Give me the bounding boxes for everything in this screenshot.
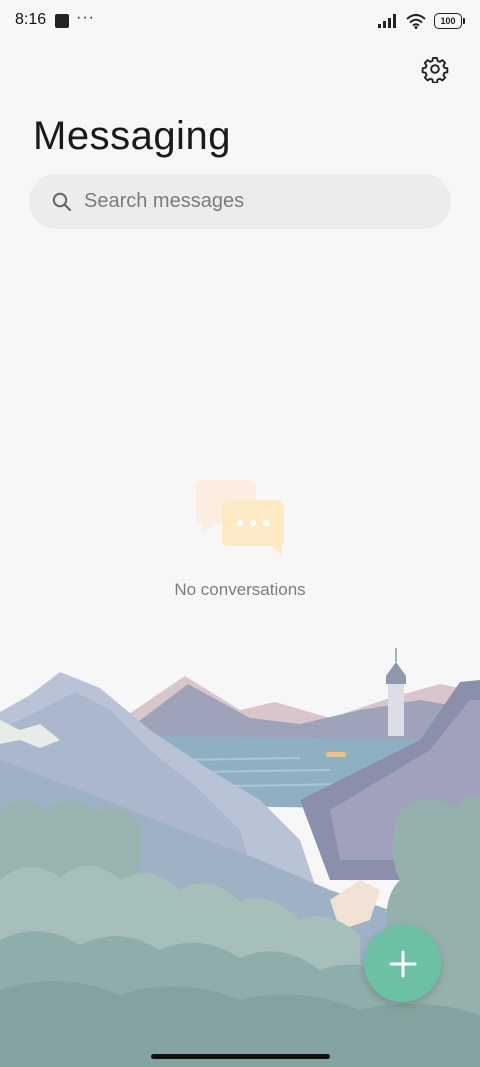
settings-button[interactable] [419,53,451,85]
battery-icon: 100 [434,13,465,29]
notification-app-icon [55,14,69,28]
plus-icon [389,950,416,977]
status-bar: 8:16 ··· 100 [0,0,480,42]
search-bar[interactable]: Search messages [29,174,451,229]
search-icon [52,192,72,212]
wifi-icon [406,13,426,29]
signal-icon [378,14,396,28]
more-notifications-icon: ··· [76,9,95,26]
page-title: Messaging [33,114,231,158]
gear-icon [421,56,449,83]
home-indicator[interactable] [151,1054,330,1059]
search-input[interactable]: Search messages [84,190,244,213]
new-conversation-button[interactable] [364,925,441,1002]
battery-level: 100 [440,16,456,26]
landscape-illustration [0,648,480,1067]
status-time: 8:16 [15,11,47,28]
status-indicators: 100 [378,12,465,30]
empty-state-text: No conversations [174,580,306,599]
chat-bubbles-icon [194,478,286,558]
